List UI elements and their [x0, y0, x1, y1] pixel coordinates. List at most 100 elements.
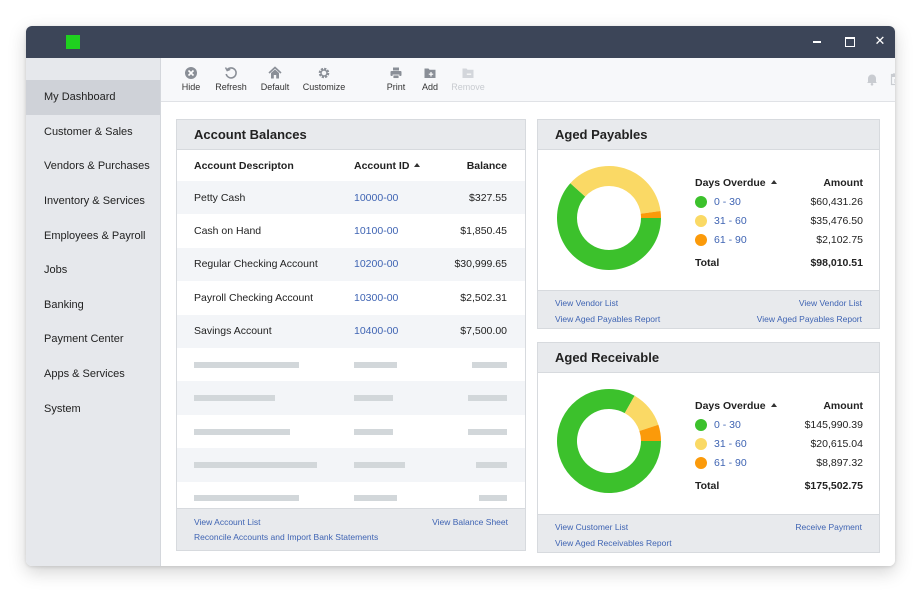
account-balance: $7,500.00	[444, 314, 525, 348]
table-row[interactable]: Regular Checking Account 10200-00 $30,99…	[177, 247, 525, 282]
placeholder-bar	[468, 428, 507, 435]
view-aged-receivables-report-link[interactable]: View Aged Receivables Report	[555, 538, 672, 548]
aged-payables-donut-chart	[557, 165, 661, 270]
sidebar-item-inventory-services[interactable]: Inventory & Services	[26, 184, 160, 219]
sidebar-item-vendors-purchases[interactable]: Vendors & Purchases	[26, 149, 160, 184]
sidebar-item-label: Vendors & Purchases	[44, 160, 150, 173]
app-window: ✕ My Dashboard Customer & Sales Vendors …	[26, 26, 895, 566]
reconcile-accounts-link[interactable]: Reconcile Accounts and Import Bank State…	[194, 532, 378, 542]
toolbar: Hide Refresh Default Customize Print Add…	[161, 58, 895, 102]
account-id-link[interactable]: 10000-00	[354, 181, 444, 215]
range-link[interactable]: 0 - 30	[714, 196, 741, 208]
placeholder-bar	[194, 495, 299, 502]
table-row[interactable]: Petty Cash 10000-00 $327.55	[177, 181, 525, 215]
amount-value: $60,431.26	[810, 195, 863, 208]
default-label: Default	[260, 82, 290, 92]
account-balance: $30,999.65	[444, 247, 525, 282]
close-button[interactable]: ✕	[872, 33, 888, 49]
amount-value: $8,897.32	[816, 456, 863, 469]
days-overdue-header[interactable]: Days Overdue	[695, 400, 777, 412]
close-circle-icon	[185, 67, 197, 79]
add-label: Add	[421, 82, 438, 92]
print-button[interactable]: Print	[385, 66, 407, 92]
sidebar-item-label: Payment Center	[44, 333, 124, 346]
sort-ascending-icon	[770, 180, 777, 184]
table-row[interactable]: Payroll Checking Account 10300-00 $2,502…	[177, 281, 525, 314]
bell-icon[interactable]	[865, 72, 879, 86]
legend-dot-green	[695, 418, 707, 431]
panel-footer: View Vendor List View Aged Payables Repo…	[538, 290, 879, 328]
sidebar-item-banking[interactable]: Banking	[26, 288, 160, 323]
printer-icon	[390, 67, 402, 79]
sort-ascending-icon	[770, 403, 777, 407]
account-balance: $1,850.45	[460, 225, 507, 238]
aged-payables-panel: Aged Payables Days Overdue Amount 0 - 30…	[537, 119, 880, 329]
view-account-list-link[interactable]: View Account List	[194, 517, 260, 527]
sidebar-item-label: My Dashboard	[44, 91, 116, 104]
account-description: Savings Account	[177, 314, 354, 348]
range-link[interactable]: 31 - 60	[714, 215, 747, 227]
placeholder-row	[177, 348, 525, 381]
account-description: Regular Checking Account	[177, 247, 354, 282]
donut-slice-31-60	[570, 165, 661, 214]
account-id-link[interactable]: 10100-00	[354, 214, 444, 247]
default-button[interactable]: Default	[259, 66, 291, 92]
refresh-button[interactable]: Refresh	[214, 66, 248, 92]
range-link[interactable]: 31 - 60	[714, 438, 747, 450]
folder-remove-icon	[462, 68, 474, 78]
view-vendor-list-link[interactable]: View Vendor List	[555, 298, 618, 308]
sidebar-item-my-dashboard[interactable]: My Dashboard	[26, 80, 160, 115]
legend-total-row: Total $175,502.75	[695, 476, 863, 495]
legend-dot-green	[695, 195, 707, 208]
view-customer-list-link[interactable]: View Customer List	[555, 522, 628, 532]
amount-header: Amount	[823, 400, 863, 412]
legend-header: Days Overdue Amount	[695, 174, 863, 192]
placeholder-bar	[472, 361, 507, 368]
total-value: $175,502.75	[804, 479, 863, 492]
legend-row: 0 - 30 $60,431.26	[695, 192, 863, 211]
column-header-balance[interactable]: Balance	[444, 150, 525, 181]
sidebar-item-customer-sales[interactable]: Customer & Sales	[26, 115, 160, 150]
range-link[interactable]: 61 - 90	[714, 457, 747, 469]
account-id-link[interactable]: 10200-00	[354, 247, 444, 282]
legend-total-row: Total $98,010.51	[695, 253, 863, 272]
customize-button[interactable]: Customize	[302, 66, 346, 92]
column-header-description[interactable]: Account Descripton	[177, 150, 354, 181]
sidebar-item-apps-services[interactable]: Apps & Services	[26, 357, 160, 392]
customize-label: Customize	[302, 82, 346, 92]
receive-payment-link[interactable]: Receive Payment	[795, 522, 862, 532]
minimize-button[interactable]	[810, 33, 826, 49]
view-vendor-list-link-right[interactable]: View Vendor List	[799, 298, 862, 308]
view-aged-payables-report-link[interactable]: View Aged Payables Report	[555, 314, 660, 324]
sidebar-item-employees-payroll[interactable]: Employees & Payroll	[26, 218, 160, 253]
total-label: Total	[695, 479, 720, 492]
hide-button[interactable]: Hide	[181, 66, 201, 92]
placeholder-bar	[476, 462, 507, 469]
account-id-link[interactable]: 10400-00	[354, 314, 444, 348]
placeholder-row	[177, 448, 525, 482]
remove-button[interactable]: Remove	[451, 66, 485, 92]
calendar-icon[interactable]	[890, 72, 895, 86]
view-balance-sheet-link[interactable]: View Balance Sheet	[432, 517, 508, 527]
amount-value: $2,102.75	[816, 233, 863, 246]
sidebar-item-payment-center[interactable]: Payment Center	[26, 322, 160, 357]
view-aged-payables-report-link-right[interactable]: View Aged Payables Report	[757, 314, 862, 324]
sidebar-item-system[interactable]: System	[26, 391, 160, 426]
range-link[interactable]: 61 - 90	[714, 234, 747, 246]
legend-dot-yellow	[695, 437, 707, 450]
legend-row: 31 - 60 $20,615.04	[695, 434, 863, 453]
legend-header: Days Overdue Amount	[695, 397, 863, 415]
add-button[interactable]: Add	[420, 66, 440, 92]
table-row[interactable]: Cash on Hand 10100-00 $1,850.45	[177, 214, 525, 247]
maximize-button[interactable]	[842, 33, 858, 49]
title-bar: ✕	[26, 26, 895, 58]
placeholder-bar	[354, 462, 405, 469]
account-balance: $2,502.31	[460, 291, 507, 304]
range-link[interactable]: 0 - 30	[714, 419, 741, 431]
sidebar-item-jobs[interactable]: Jobs	[26, 253, 160, 288]
days-overdue-header[interactable]: Days Overdue	[695, 177, 777, 189]
app-logo	[66, 35, 80, 49]
account-id-link[interactable]: 10300-00	[354, 281, 444, 314]
column-header-account-id[interactable]: Account ID	[354, 150, 444, 181]
table-row[interactable]: Savings Account 10400-00 $7,500.00	[177, 314, 525, 348]
